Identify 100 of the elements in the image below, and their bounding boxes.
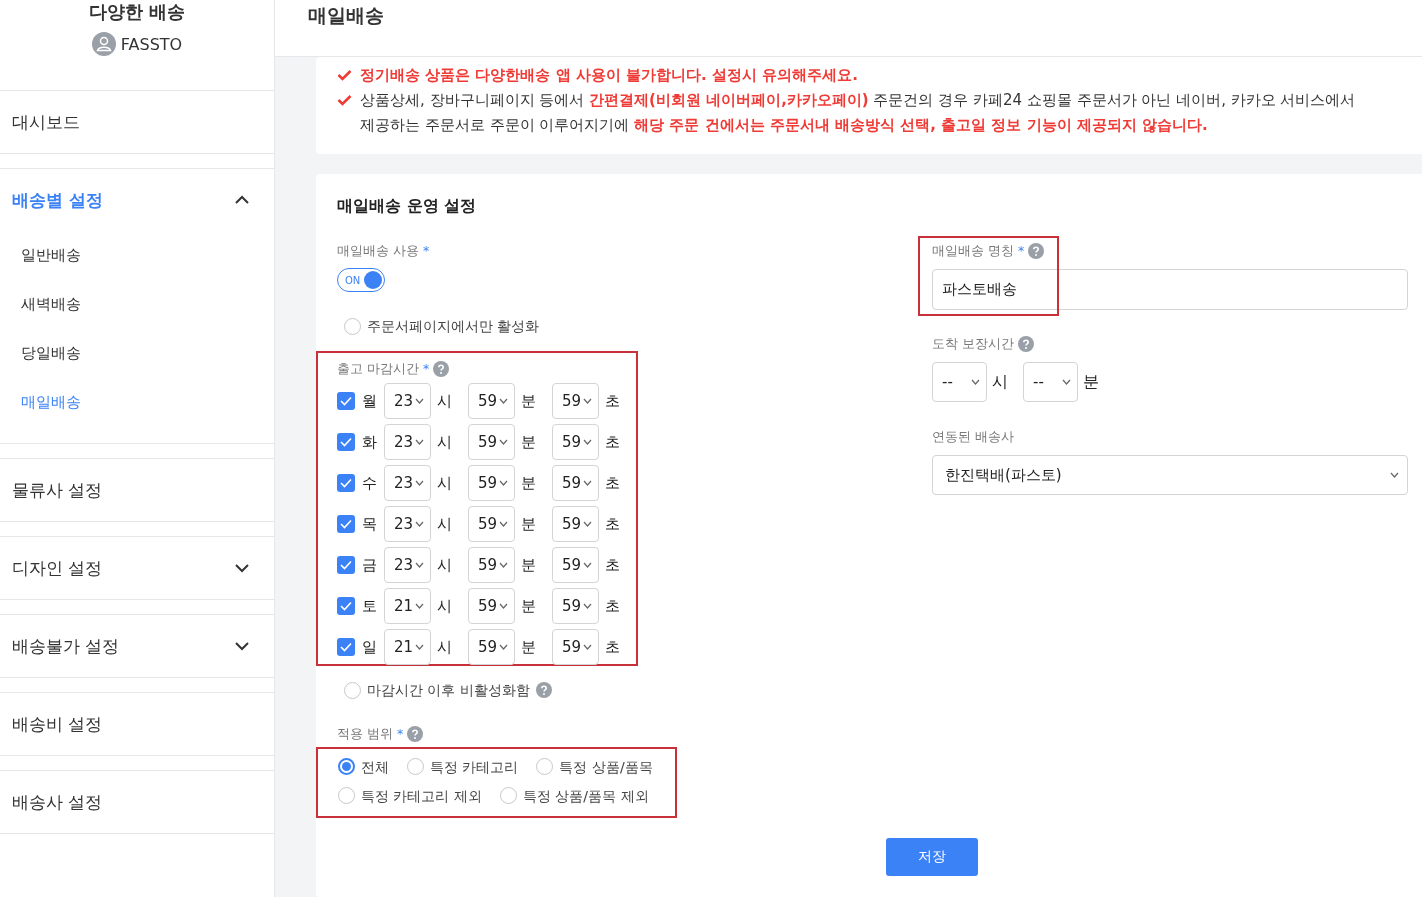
check-icon xyxy=(340,642,352,652)
name-input[interactable]: 파스토배송 xyxy=(932,269,1408,310)
field-label: 출고 마감시간 xyxy=(337,360,419,378)
minute-select[interactable]: 59 xyxy=(468,547,515,583)
checkbox[interactable] xyxy=(337,638,355,656)
chevron-icon xyxy=(234,641,250,651)
radio-option[interactable]: 마감시간 이후 비활성화함 xyxy=(344,678,552,702)
day-label: 수 xyxy=(361,473,378,493)
radio-option[interactable]: 특정 상품/품목 xyxy=(536,752,653,781)
second-select[interactable]: 59 xyxy=(552,424,599,460)
hour-select[interactable]: 23 xyxy=(384,424,431,460)
checkbox[interactable] xyxy=(337,433,355,451)
radio-option[interactable]: 특정 카테고리 제외 xyxy=(338,781,482,810)
check-icon xyxy=(337,94,352,106)
unit-label: 초 xyxy=(604,473,621,493)
avatar-icon xyxy=(91,32,116,56)
check-icon xyxy=(340,560,352,570)
minute-select[interactable]: 59 xyxy=(468,465,515,501)
caret-icon xyxy=(415,398,424,404)
caret-icon xyxy=(583,562,592,568)
sidebar-item[interactable]: 디자인 설정 xyxy=(0,537,274,599)
unit-label: 초 xyxy=(604,514,621,534)
hour-select[interactable]: 23 xyxy=(384,506,431,542)
sidebar-subitem[interactable]: 새벽배송 xyxy=(0,280,274,329)
unit-label: 초 xyxy=(604,555,621,575)
sidebar-item[interactable]: 배송사 설정 xyxy=(0,771,274,833)
unit-label: 분 xyxy=(520,596,537,616)
field-label: 연동된 배송사 xyxy=(932,428,1014,446)
checkbox[interactable] xyxy=(337,392,355,410)
caret-icon xyxy=(415,480,424,486)
sidebar-item[interactable]: 물류사 설정 xyxy=(0,459,274,521)
hour-select[interactable]: 23 xyxy=(384,465,431,501)
hour-select[interactable]: 23 xyxy=(384,383,431,419)
help-icon xyxy=(407,726,424,742)
second-select[interactable]: 59 xyxy=(552,588,599,624)
required-mark: * xyxy=(1018,242,1025,260)
minute-select[interactable]: 59 xyxy=(468,424,515,460)
caret-icon xyxy=(499,398,508,404)
sidebar-item[interactable]: 배송불가 설정 xyxy=(0,615,274,677)
sidebar-item[interactable]: 배송비 설정 xyxy=(0,693,274,755)
caret-icon xyxy=(583,644,592,650)
second-select[interactable]: 59 xyxy=(552,547,599,583)
checkbox[interactable] xyxy=(337,597,355,615)
unit-label: 시 xyxy=(436,391,453,411)
user-name: FASSTO xyxy=(120,34,183,54)
unit-label: 분 xyxy=(520,391,537,411)
caret-icon xyxy=(583,398,592,404)
hour-select[interactable]: 21 xyxy=(384,588,431,624)
required-mark: * xyxy=(423,360,430,378)
unit-label: 분 xyxy=(520,514,537,534)
radio-option[interactable]: 특정 상품/품목 제외 xyxy=(499,781,649,810)
caret-icon xyxy=(583,439,592,445)
unit-label: 시 xyxy=(436,637,453,657)
radio-option[interactable]: 특정 카테고리 xyxy=(407,752,519,781)
caret-icon xyxy=(415,521,424,527)
unit-label: 시 xyxy=(436,432,453,452)
sidebar-item[interactable]: 배송별 설정 xyxy=(0,169,274,231)
carrier-select[interactable]: 한진택배(파스토) xyxy=(932,455,1408,495)
minute-select[interactable]: -- xyxy=(1023,362,1078,402)
check-icon xyxy=(340,396,352,406)
check-icon xyxy=(340,478,352,488)
sidebar-subitem[interactable]: 당일배송 xyxy=(0,329,274,378)
checkbox[interactable] xyxy=(337,474,355,492)
save-button[interactable]: 저장 xyxy=(886,838,978,876)
hour-select[interactable]: 23 xyxy=(384,547,431,583)
caret-icon xyxy=(1062,379,1071,385)
minute-select[interactable]: 59 xyxy=(468,383,515,419)
caret-icon xyxy=(415,562,424,568)
sidebar-subitem[interactable]: 매일배송 xyxy=(0,378,274,427)
radio-option[interactable]: 전체 xyxy=(338,752,389,781)
help-icon xyxy=(1018,336,1034,352)
hour-select[interactable]: 21 xyxy=(384,629,431,665)
second-select[interactable]: 59 xyxy=(552,506,599,542)
caret-icon xyxy=(583,480,592,486)
caret-icon xyxy=(1390,472,1399,478)
checkbox[interactable] xyxy=(337,556,355,574)
caret-icon xyxy=(499,480,508,486)
radio-option[interactable]: 주문서페이지에서만 활성화 xyxy=(344,314,540,338)
day-label: 토 xyxy=(361,596,378,616)
minute-select[interactable]: 59 xyxy=(468,629,515,665)
caret-icon xyxy=(415,644,424,650)
checkbox[interactable] xyxy=(337,515,355,533)
chevron-icon xyxy=(234,563,250,573)
caret-icon xyxy=(971,379,980,385)
second-select[interactable]: 59 xyxy=(552,383,599,419)
hour-select[interactable]: -- xyxy=(932,362,987,402)
minute-select[interactable]: 59 xyxy=(468,588,515,624)
second-select[interactable]: 59 xyxy=(552,629,599,665)
caret-icon xyxy=(499,603,508,609)
field-label: 매일배송 명칭 xyxy=(932,242,1014,260)
required-mark: * xyxy=(423,242,430,260)
second-select[interactable]: 59 xyxy=(552,465,599,501)
minute-select[interactable]: 59 xyxy=(468,506,515,542)
sidebar-item[interactable]: 대시보드 xyxy=(0,91,274,153)
day-label: 월 xyxy=(361,391,378,411)
field-label: 도착 보장시간 xyxy=(932,335,1014,353)
unit-label: 시 xyxy=(436,596,453,616)
unit-label: 분 xyxy=(520,637,537,657)
day-label: 목 xyxy=(361,514,378,534)
sidebar-subitem[interactable]: 일반배송 xyxy=(0,231,274,280)
